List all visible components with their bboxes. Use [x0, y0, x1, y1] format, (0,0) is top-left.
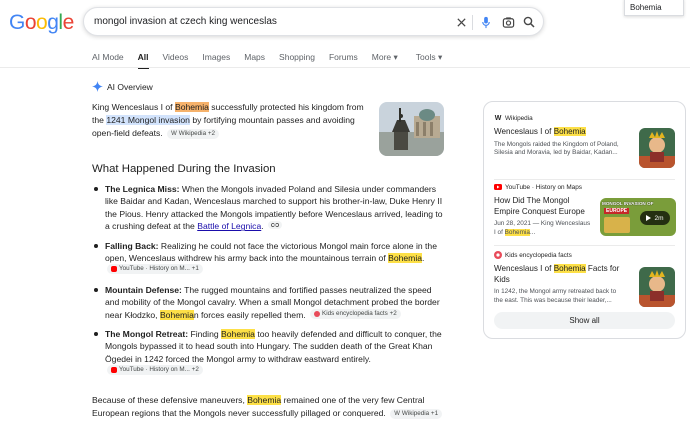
show-all-button[interactable]: Show all	[494, 312, 675, 329]
title-text: Wenceslaus I of	[494, 264, 554, 273]
search-input[interactable]: mongol invasion at czech king wenceslas	[94, 16, 277, 27]
chip-label: Wikipedia +2	[178, 129, 216, 137]
cartoon-king-thumbnail[interactable]	[639, 267, 675, 307]
ai-overview-intro: King Wenceslaus I of Bohemia successfull…	[92, 101, 364, 139]
highlight-term: Bohemia	[553, 264, 586, 273]
search-bar[interactable]: mongol invasion at czech king wenceslas	[83, 7, 544, 36]
source-snippet: In 1242, the Mongol army retreated back …	[494, 288, 617, 304]
statue-thumbnail[interactable]	[379, 102, 444, 156]
highlight-term: Bohemia	[553, 127, 586, 136]
section-heading: What Happened During the Invasion	[92, 163, 276, 175]
cartoon-king-thumbnail[interactable]	[639, 128, 675, 168]
logo-letter: o	[24, 11, 37, 34]
chip-label: YouTube · History on M... +2	[119, 366, 199, 374]
outro-text: Because of these defensive maneuvers,	[92, 395, 248, 405]
source-chip[interactable]: YouTube · History on M... +1	[107, 264, 203, 275]
source-site: YouTube · History on Maps	[505, 183, 582, 191]
bullet-text: Finding	[188, 329, 222, 340]
wikipedia-icon: W	[494, 114, 502, 122]
title-text: Wenceslaus I of	[494, 127, 554, 136]
source-snippet: The Mongols raided the Kingdom of Poland…	[494, 140, 619, 157]
google-logo[interactable]: Google	[9, 11, 74, 35]
highlight-term: Bohemia	[504, 228, 530, 236]
bullet-text: n forces easily repelled them.	[193, 309, 306, 320]
snippet-text: ...	[529, 228, 536, 236]
video-thumbnail[interactable]: MONGOL INVASION OF EUROPE 2m	[600, 198, 676, 236]
highlight-term: Bohemia	[247, 395, 282, 405]
source-site: Kids encyclopedia facts	[505, 251, 572, 259]
bullet-title: The Legnica Miss:	[105, 184, 180, 194]
bullet-text: .	[422, 253, 425, 264]
youtube-icon	[111, 367, 117, 374]
link-chip[interactable]	[268, 221, 283, 230]
find-in-page-box[interactable]: Bohemia	[624, 0, 684, 16]
bullet-text: .	[261, 221, 264, 232]
highlight-term: Bohemia	[221, 329, 255, 340]
thumb-caption: EUROPE	[604, 208, 630, 214]
link-icon	[271, 223, 279, 228]
search-divider	[472, 15, 473, 30]
play-icon	[646, 215, 652, 221]
highlight-term: Bohemia	[388, 253, 423, 264]
source-header: W Wikipedia	[494, 114, 679, 122]
source-site: Wikipedia	[505, 114, 533, 122]
source-title[interactable]: How Did The Mongol Empire Conquest Europ…	[494, 196, 592, 217]
highlight-term: 1241 Mongol invasion	[106, 114, 190, 125]
thumb-caption: MONGOL INVASION OF	[602, 201, 654, 206]
bullet-title: Mountain Defense:	[105, 284, 182, 295]
wikipedia-icon: W	[394, 410, 400, 417]
list-item: The Mongol Retreat: Finding Bohemia too …	[92, 328, 444, 378]
sources-panel: W Wikipedia Wenceslaus I of Bohemia The M…	[483, 101, 686, 339]
highlight-term: Bohemia	[174, 102, 209, 112]
chip-label: Kids encyclopedia facts +2	[322, 309, 397, 317]
logo-letter: g	[47, 11, 59, 34]
kids-encyclopedia-icon	[314, 310, 321, 317]
duration-label: 2m	[654, 214, 664, 222]
video-duration-badge: 2m	[640, 211, 670, 225]
chip-label: YouTube · History on M... +1	[119, 265, 199, 273]
list-item: The Legnica Miss: When the Mongols invad…	[92, 183, 444, 233]
ai-sparkle-icon	[92, 81, 103, 92]
logo-letter: o	[36, 11, 48, 34]
list-item: Falling Back: Realizing he could not fac…	[92, 240, 444, 277]
source-snippet: Jun 28, 2021 — King Wenceslaus I of Bohe…	[494, 220, 592, 238]
bullet-title: The Mongol Retreat:	[105, 329, 189, 340]
list-item: Mountain Defense: The rugged mountains a…	[92, 284, 444, 321]
search-icon[interactable]	[521, 14, 537, 30]
source-chip[interactable]: Kids encyclopedia facts +2	[310, 308, 401, 319]
find-value: Bohemia	[630, 3, 662, 12]
ai-overview-header: AI Overview	[92, 81, 153, 92]
highlight-term: Bohemia	[159, 309, 194, 320]
ai-overview-outro: Because of these defensive maneuvers, Bo…	[92, 394, 444, 420]
battle-of-legnica-link[interactable]: Battle of Legnica	[197, 221, 261, 231]
clear-icon[interactable]	[453, 14, 469, 30]
chip-label: Wikipedia +1	[401, 409, 439, 417]
lens-camera-icon[interactable]	[500, 14, 516, 30]
source-divider	[494, 179, 675, 180]
youtube-icon	[111, 266, 117, 273]
wikipedia-icon: W	[171, 130, 177, 137]
ai-overview-label: AI Overview	[107, 81, 153, 92]
logo-letter: G	[9, 11, 25, 34]
source-chip[interactable]: YouTube · History on M... +2	[107, 365, 203, 376]
bullet-list: The Legnica Miss: When the Mongols invad…	[92, 183, 444, 385]
logo-letter: e	[62, 11, 75, 34]
intro-text: King Wenceslaus I of	[92, 102, 175, 112]
source-header: YouTube · History on Maps	[494, 183, 679, 191]
map-graphic	[604, 217, 630, 233]
source-title[interactable]: Wenceslaus I of Bohemia	[494, 127, 629, 138]
source-divider	[494, 245, 675, 246]
source-chip[interactable]: W Wikipedia +1	[390, 408, 443, 419]
youtube-icon	[494, 183, 502, 191]
kids-encyclopedia-icon	[494, 251, 502, 259]
source-header: Kids encyclopedia facts	[494, 251, 679, 259]
source-title[interactable]: Wenceslaus I of Bohemia Facts for Kids	[494, 264, 622, 285]
source-chip[interactable]: W Wikipedia +2	[167, 128, 220, 139]
microphone-icon[interactable]	[478, 14, 494, 30]
bullet-title: Falling Back:	[105, 240, 159, 251]
header-divider	[0, 67, 690, 68]
